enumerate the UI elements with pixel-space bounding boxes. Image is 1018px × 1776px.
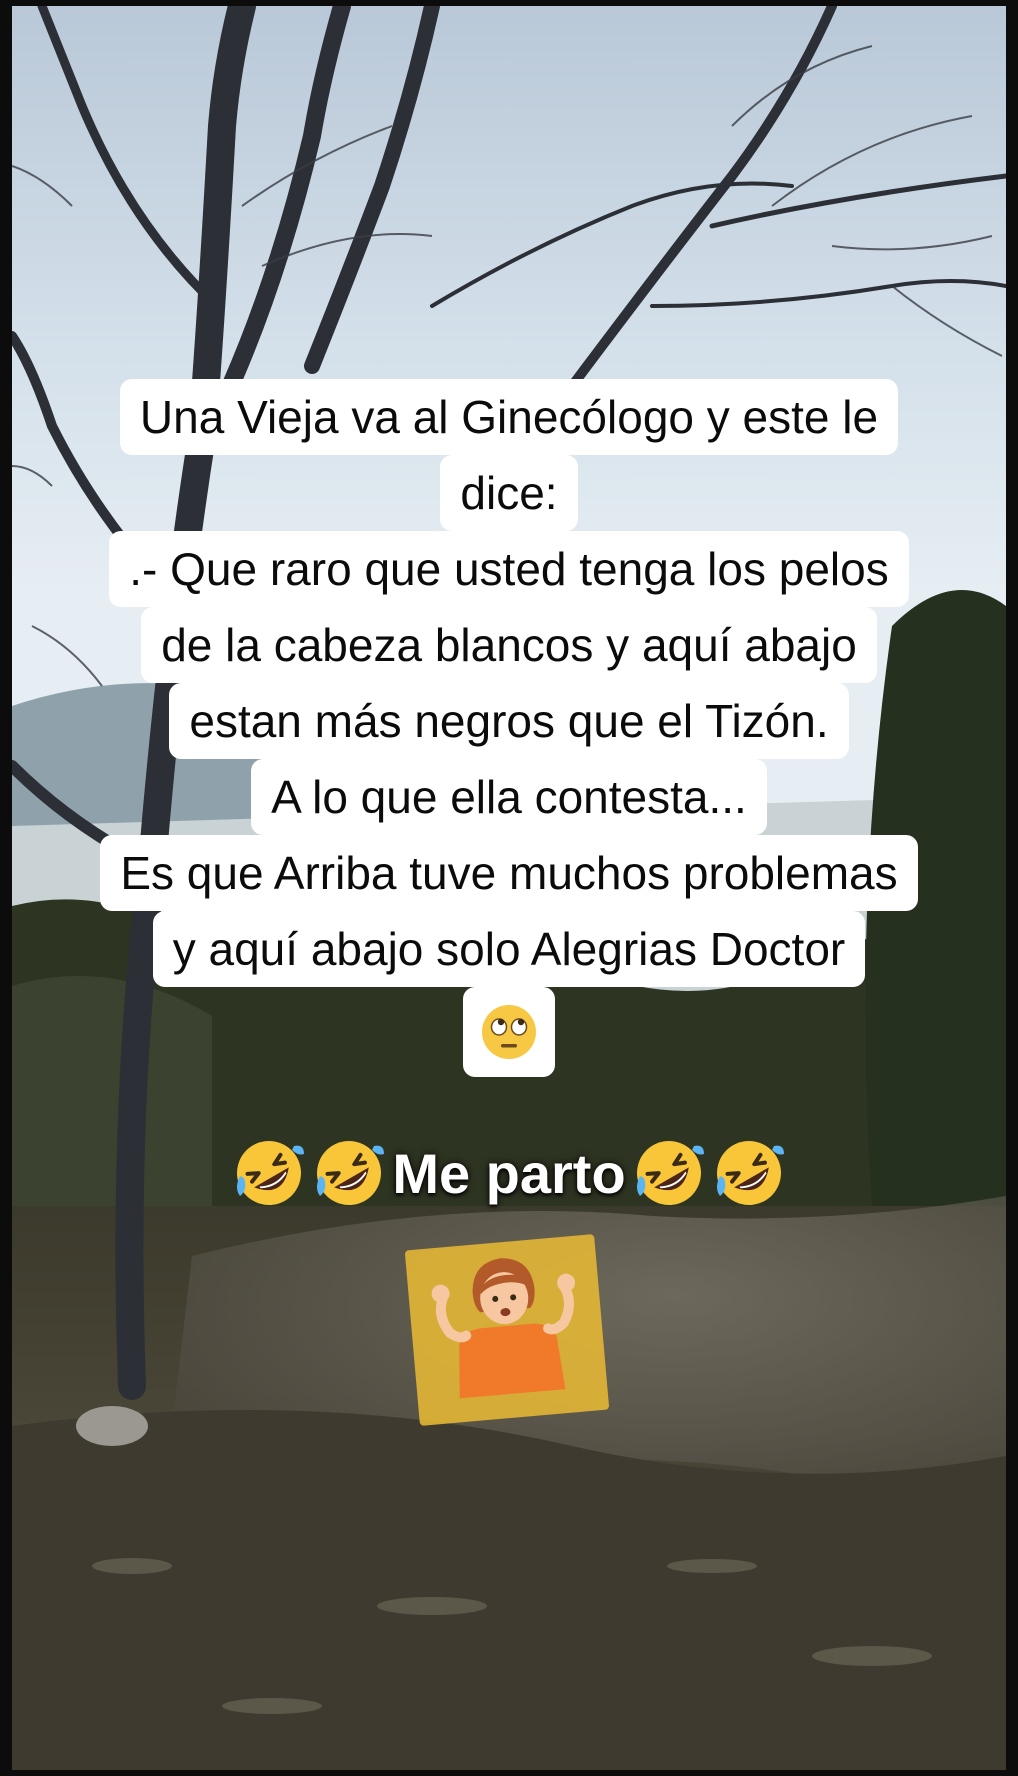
joke-caption: Una Vieja va al Ginecólogo y este le dic… [12,379,1006,1077]
rolling-laughing-icon [636,1141,704,1205]
caption-line: de la cabeza blancos y aquí abajo [141,607,877,683]
caption-line: estan más negros que el Tizón. [169,683,849,759]
eye-roll-face-icon [482,1005,536,1059]
caption-line: A lo que ella contesta... [251,759,767,835]
caption-line: Una Vieja va al Ginecólogo y este le [119,379,899,455]
shrug-sticker [405,1234,609,1426]
caption-line: Es que Arriba tuve muchos problemas [100,835,918,911]
overlay-text: Me parto [392,1141,626,1205]
rolling-laughing-icon [237,1141,305,1205]
rolling-laughing-icon [317,1141,385,1205]
caption-line: .- Que raro que usted tenga los pelos [109,531,909,607]
video-frame: Una Vieja va al Ginecólogo y este le dic… [12,6,1006,1770]
caption-line: dice: [440,455,578,531]
reaction-overlay: Me parto [12,1136,1006,1210]
rolling-laughing-icon [716,1141,784,1205]
caption-line: y aquí abajo solo Alegrias Doctor [152,911,866,987]
eye-roll-emoji-box [463,987,555,1077]
